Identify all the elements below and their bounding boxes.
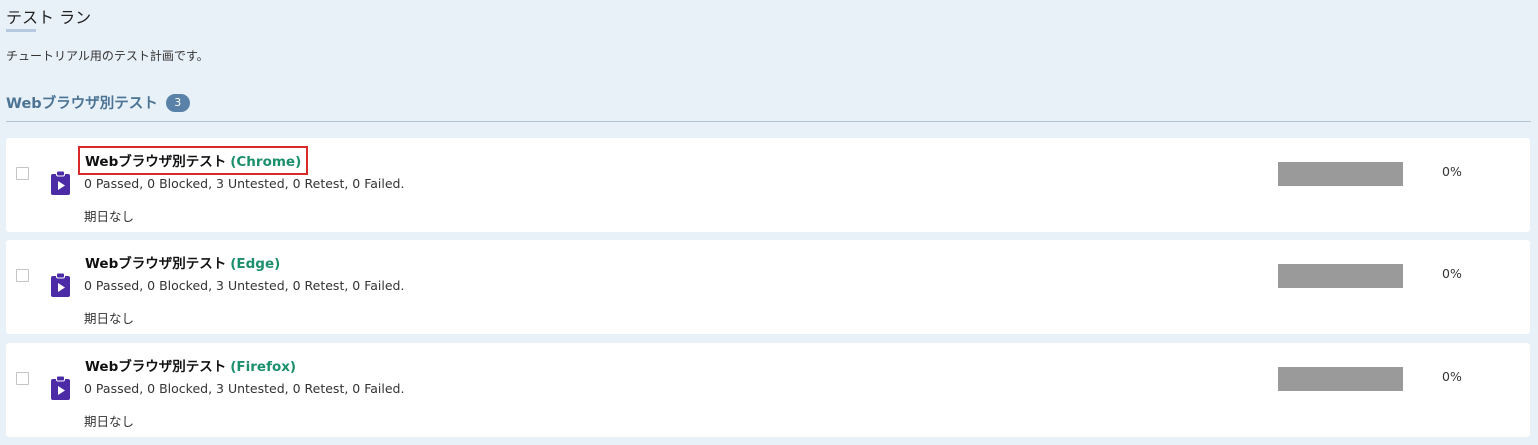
run-name: Webブラウザ別テスト xyxy=(85,154,227,170)
run-title-link[interactable]: Webブラウザ別テスト (Chrome) xyxy=(78,146,309,175)
group-title[interactable]: Webブラウザ別テスト xyxy=(6,92,158,113)
group-header: Webブラウザ別テスト 3 xyxy=(6,92,190,113)
run-progress-percent: 0% xyxy=(1442,369,1462,384)
run-stats: 0 Passed, 0 Blocked, 3 Untested, 0 Retes… xyxy=(84,176,405,191)
run-stats: 0 Passed, 0 Blocked, 3 Untested, 0 Retes… xyxy=(84,278,405,293)
run-select-checkbox[interactable] xyxy=(16,372,29,385)
run-progress-bar xyxy=(1278,367,1403,391)
run-progress-bar xyxy=(1278,162,1403,186)
run-browser-label: (Chrome) xyxy=(230,154,302,170)
run-browser-label: (Edge) xyxy=(230,256,281,272)
run-browser-label: (Firefox) xyxy=(230,359,297,375)
group-count-badge: 3 xyxy=(165,93,190,112)
group-divider xyxy=(6,121,1531,122)
run-select-checkbox[interactable] xyxy=(16,167,29,180)
run-title-link[interactable]: Webブラウザ別テスト (Firefox) xyxy=(78,351,303,380)
page-title: テスト ラン xyxy=(6,8,92,27)
run-due-date: 期日なし xyxy=(84,311,135,326)
test-run-card-firefox: Webブラウザ別テスト (Firefox) 0 Passed, 0 Blocked… xyxy=(6,343,1530,437)
page-description: チュートリアル用のテスト計画です。 xyxy=(6,49,209,63)
clipboard-play-icon xyxy=(51,273,70,297)
run-title-link[interactable]: Webブラウザ別テスト (Edge) xyxy=(78,248,287,277)
run-due-date: 期日なし xyxy=(84,414,135,429)
title-underline xyxy=(6,29,36,32)
run-select-checkbox[interactable] xyxy=(16,269,29,282)
run-stats: 0 Passed, 0 Blocked, 3 Untested, 0 Retes… xyxy=(84,381,405,396)
run-progress-percent: 0% xyxy=(1442,164,1462,179)
run-name: Webブラウザ別テスト xyxy=(85,256,227,272)
clipboard-play-icon xyxy=(51,376,70,400)
run-due-date: 期日なし xyxy=(84,209,135,224)
clipboard-play-icon xyxy=(51,171,70,195)
run-name: Webブラウザ別テスト xyxy=(85,359,227,375)
run-progress-percent: 0% xyxy=(1442,266,1462,281)
test-run-card-chrome: Webブラウザ別テスト (Chrome) 0 Passed, 0 Blocked,… xyxy=(6,138,1530,232)
test-run-card-edge: Webブラウザ別テスト (Edge) 0 Passed, 0 Blocked, 3… xyxy=(6,240,1530,334)
run-progress-bar xyxy=(1278,264,1403,288)
